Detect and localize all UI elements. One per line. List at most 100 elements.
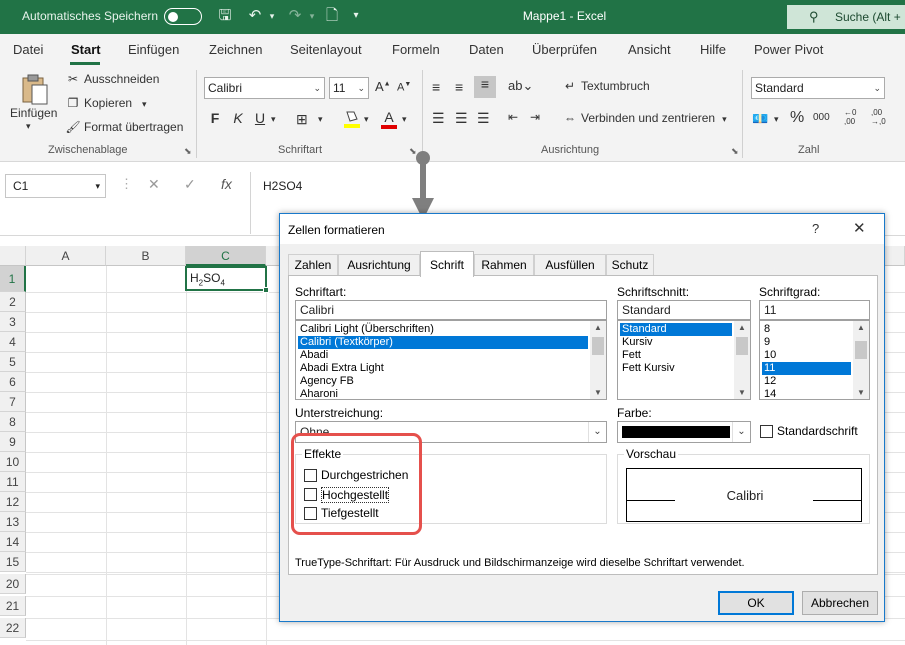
column-header-a[interactable]: A (26, 246, 106, 266)
tab-ueberpruefen[interactable]: Überprüfen (532, 42, 597, 57)
cut-button[interactable]: ✂ Ausschneiden (65, 72, 159, 86)
list-item[interactable]: Calibri Light (Überschriften) (298, 323, 434, 336)
copy-dropdown-icon[interactable]: ▾ (142, 99, 147, 109)
format-painter-button[interactable]: 🖌 Format übertragen (65, 120, 183, 134)
bold-button[interactable]: F (205, 110, 225, 126)
wrap-text-button[interactable]: ↵ Textumbruch (562, 79, 650, 93)
tab-ansicht[interactable]: Ansicht (628, 42, 671, 57)
increase-decimal-icon[interactable]: ←0,00 (844, 108, 856, 126)
list-item[interactable]: Kursiv (620, 336, 653, 349)
row-header[interactable]: 6 (0, 372, 26, 392)
chevron-down-icon[interactable]: ▼ (853, 388, 869, 397)
close-icon[interactable]: ✕ (853, 219, 866, 237)
decrease-indent-icon[interactable]: ⇤ (508, 110, 518, 124)
copy-button[interactable]: ❐ Kopieren ▾ (65, 96, 147, 110)
row-header[interactable]: 10 (0, 452, 26, 472)
tab-rahmen[interactable]: Rahmen (474, 254, 534, 276)
increase-indent-icon[interactable]: ⇥ (530, 110, 540, 124)
row-header[interactable]: 22 (0, 618, 26, 638)
borders-dropdown-icon[interactable]: ▾ (318, 114, 323, 125)
chevron-up-icon[interactable]: ▲ (734, 323, 750, 332)
row-header[interactable]: 1 (0, 266, 26, 292)
size-input[interactable]: 11 (759, 300, 870, 320)
clipboard-launcher-icon[interactable]: ⬊ (184, 146, 192, 157)
cancel-button[interactable]: Abbrechen (802, 591, 878, 615)
merge-center-button[interactable]: ⇔ Verbinden und zentrieren ▾ (562, 111, 727, 125)
row-header[interactable]: 2 (0, 292, 26, 312)
tab-einfuegen[interactable]: Einfügen (128, 42, 179, 57)
list-item[interactable]: 11 (762, 362, 851, 375)
name-box[interactable]: C1 ▾ (5, 174, 106, 198)
orientation-icon[interactable]: ab⌄ (508, 78, 533, 94)
scrollbar[interactable]: ▲ ▼ (734, 321, 750, 399)
list-item[interactable]: 8 (762, 323, 770, 336)
row-header[interactable]: 21 (0, 596, 26, 616)
alignment-launcher-icon[interactable]: ⬊ (731, 146, 739, 157)
fill-color-icon[interactable] (343, 109, 361, 129)
row-header[interactable]: 3 (0, 312, 26, 332)
align-left-icon[interactable]: ☰ (432, 110, 445, 127)
list-item[interactable]: Agency FB (298, 375, 354, 388)
insert-function-icon[interactable]: fx (221, 176, 232, 192)
paste-icon[interactable] (20, 74, 52, 105)
fill-handle[interactable] (263, 287, 269, 293)
row-header[interactable]: 11 (0, 472, 26, 492)
list-item[interactable]: 14 (762, 388, 776, 401)
fill-color-dropdown-icon[interactable]: ▾ (364, 114, 369, 125)
list-item[interactable]: Calibri (Textkörper) (298, 336, 588, 349)
enter-icon[interactable]: ✓ (184, 176, 196, 193)
tab-seitenlayout[interactable]: Seitenlayout (290, 42, 362, 57)
row-header[interactable]: 14 (0, 532, 26, 552)
row-header[interactable]: 9 (0, 432, 26, 452)
thousands-separator-icon[interactable]: 000 (813, 112, 830, 123)
row-header[interactable]: 5 (0, 352, 26, 372)
row-header[interactable]: 7 (0, 392, 26, 412)
list-item[interactable]: Aharoni (298, 388, 338, 401)
borders-icon[interactable]: ⊞ (296, 111, 308, 128)
row-header[interactable]: 20 (0, 574, 26, 594)
help-icon[interactable]: ? (812, 221, 819, 236)
font-list[interactable]: Calibri Light (Überschriften) Calibri (T… (295, 320, 607, 400)
list-item[interactable]: 10 (762, 349, 776, 362)
list-item[interactable]: Fett Kursiv (620, 362, 675, 375)
align-right-icon[interactable]: ☰ (477, 110, 490, 127)
align-center-icon[interactable]: ☰ (455, 110, 468, 127)
chevron-up-icon[interactable]: ▲ (853, 323, 869, 332)
column-header-b[interactable]: B (106, 246, 186, 266)
font-input[interactable]: Calibri (295, 300, 607, 320)
font-size-combo[interactable]: 11 ⌄ (329, 77, 369, 99)
merge-dropdown-icon[interactable]: ▾ (722, 114, 727, 124)
underline-dropdown-icon[interactable]: ▾ (271, 114, 276, 125)
currency-icon[interactable]: 💶 (752, 111, 768, 127)
list-item[interactable]: 9 (762, 336, 770, 349)
decrease-font-icon[interactable]: A▼ (397, 81, 411, 94)
underline-button[interactable]: U (250, 110, 270, 126)
standard-font-checkbox[interactable] (760, 425, 773, 438)
tab-power-pivot[interactable]: Power Pivot (754, 42, 823, 57)
list-item[interactable]: Abadi (298, 349, 328, 362)
row-header[interactable]: 8 (0, 412, 26, 432)
row-header[interactable]: 13 (0, 512, 26, 532)
currency-dropdown-icon[interactable]: ▾ (774, 114, 779, 125)
tab-daten[interactable]: Daten (469, 42, 504, 57)
list-item[interactable]: Abadi Extra Light (298, 362, 384, 375)
scrollbar[interactable]: ▲ ▼ (853, 321, 869, 399)
increase-font-icon[interactable]: A▲ (375, 79, 391, 94)
align-bottom-icon[interactable]: ≡ (474, 76, 496, 98)
decrease-decimal-icon[interactable]: ,00 →,0 (871, 108, 886, 126)
row-header[interactable]: 4 (0, 332, 26, 352)
search-box[interactable]: ⚲ Suche (Alt + (787, 5, 905, 29)
align-middle-icon[interactable]: ≡ (455, 79, 463, 95)
paste-dropdown-icon[interactable]: ▾ (26, 121, 31, 132)
tab-ausfuellen[interactable]: Ausfüllen (534, 254, 606, 276)
size-list[interactable]: 8 9 10 11 12 14 ▲ ▼ (759, 320, 870, 400)
select-all-corner[interactable] (0, 246, 26, 266)
font-name-combo[interactable]: Calibri ⌄ (204, 77, 325, 99)
chevron-down-icon[interactable]: ▼ (590, 388, 606, 397)
paste-button[interactable]: Einfügen (10, 106, 57, 120)
list-item[interactable]: Standard (620, 323, 732, 336)
ok-button[interactable]: OK (718, 591, 794, 615)
tab-formeln[interactable]: Formeln (392, 42, 440, 57)
row-header[interactable]: 15 (0, 552, 26, 572)
align-top-icon[interactable]: ≡ (432, 79, 440, 95)
